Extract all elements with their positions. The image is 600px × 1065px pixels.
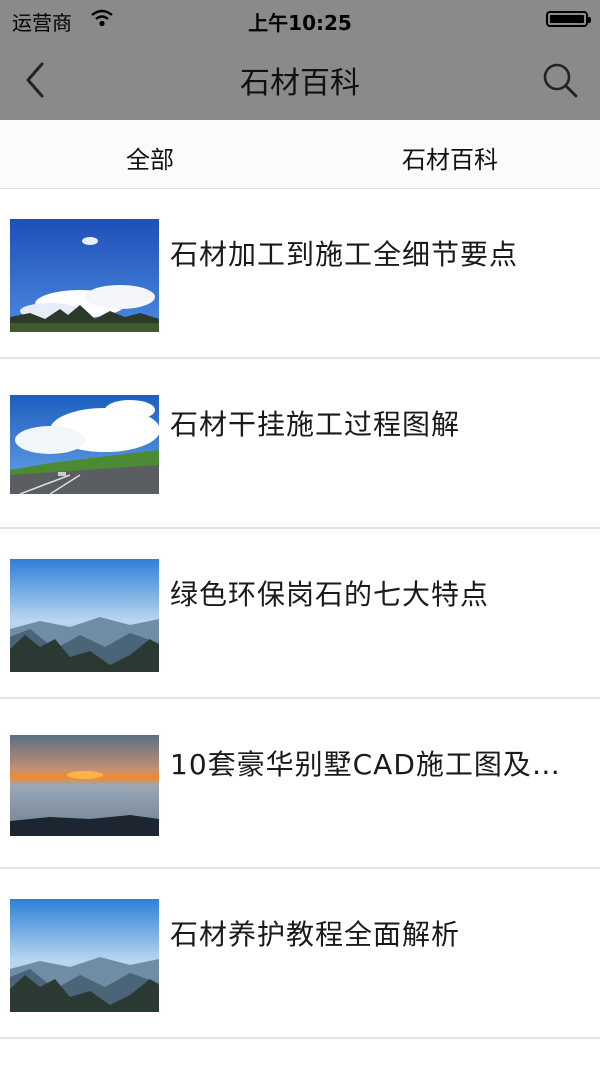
list-item[interactable]: 石材加工到施工全细节要点: [0, 189, 600, 359]
search-button[interactable]: [540, 60, 580, 100]
clock: 上午10:25: [248, 11, 352, 35]
chevron-left-icon: [26, 62, 44, 98]
back-button[interactable]: [18, 58, 58, 102]
top-bar: 运营商 上午10:25 石材百科: [0, 0, 600, 120]
list-item[interactable]: 绿色环保岗石的七大特点: [0, 529, 600, 699]
page-title: 石材百科: [240, 66, 360, 101]
list-item[interactable]: 石材干挂施工过程图解: [0, 359, 600, 529]
list-item[interactable]: 10套豪华别墅CAD施工图及…: [0, 699, 600, 869]
tab-stone-encyclopedia[interactable]: 石材百科: [300, 120, 600, 188]
search-icon: [543, 63, 578, 98]
category-tabs: 全部 石材百科: [0, 120, 600, 189]
tab-all[interactable]: 全部: [0, 120, 300, 188]
article-thumbnail: [10, 899, 159, 1012]
article-thumbnail: [10, 219, 159, 332]
battery-icon: [546, 11, 591, 27]
navigation-bar: 石材百科: [0, 40, 600, 120]
article-list: 石材加工到施工全细节要点 石材干挂施工过程图解 绿色环保岗石的七大特点 10套豪…: [0, 189, 600, 1039]
article-title: 10套豪华别墅CAD施工图及…: [170, 748, 561, 781]
article-title: 石材加工到施工全细节要点: [170, 238, 519, 271]
article-thumbnail: [10, 735, 159, 836]
article-title: 绿色环保岗石的七大特点: [170, 578, 490, 611]
status-bar: 运营商 上午10:25: [0, 0, 600, 40]
article-title: 石材养护教程全面解析: [170, 918, 461, 951]
article-title: 石材干挂施工过程图解: [170, 408, 461, 441]
list-item[interactable]: 石材养护教程全面解析: [0, 869, 600, 1039]
article-thumbnail: [10, 395, 159, 494]
article-thumbnail: [10, 559, 159, 672]
